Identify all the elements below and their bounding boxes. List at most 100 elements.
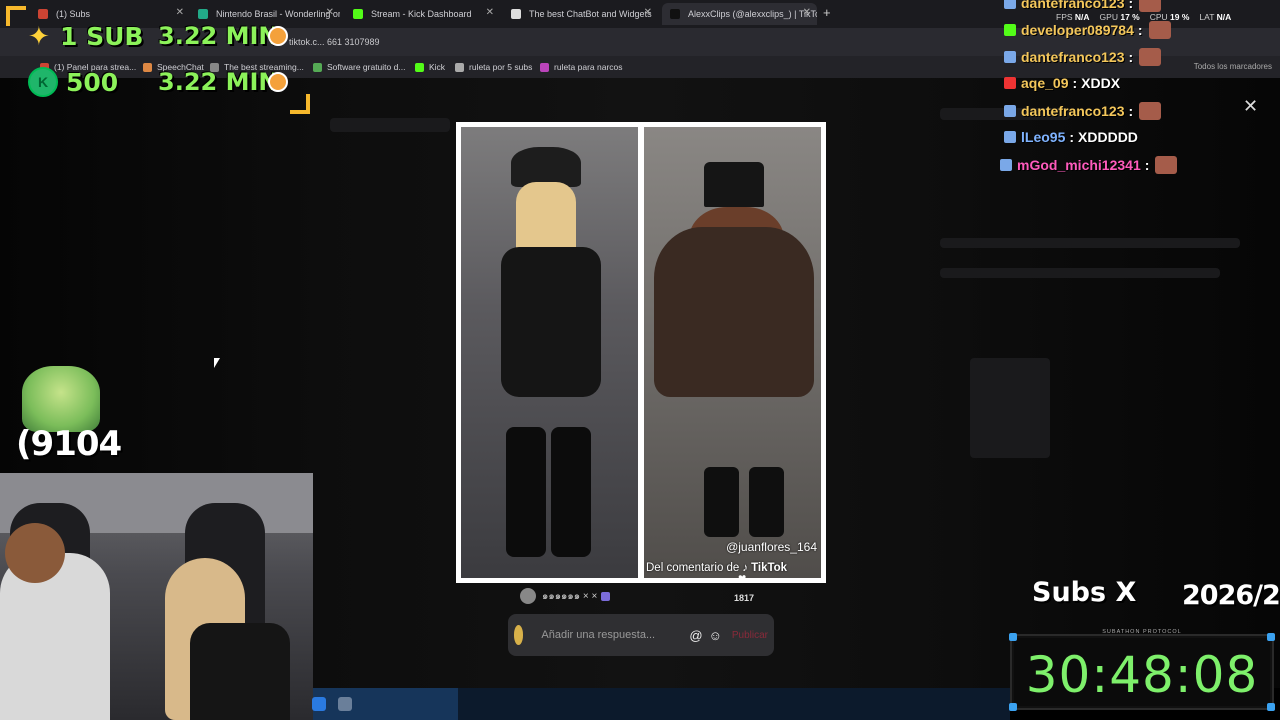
- app-icon[interactable]: [338, 697, 352, 711]
- sub-label: 1 SUB: [60, 21, 144, 51]
- chat-message: dantefranco123:: [1004, 0, 1162, 12]
- chat-badge-icon: [1004, 131, 1016, 143]
- tab-label: Stream - Kick Dashboard: [371, 9, 472, 19]
- bookmark-4[interactable]: Software gratuito d...: [313, 62, 405, 72]
- chat-username: dantefranco123: [1021, 103, 1125, 119]
- boot-left-shape: [506, 427, 546, 557]
- performance-stats: FPS N/A GPU 17 % CPU 19 % LAT N/A: [1056, 12, 1231, 22]
- chat-emote-icon: [1139, 48, 1162, 66]
- kicks-label: 500: [66, 67, 119, 97]
- chat-emote-icon: [1139, 102, 1162, 120]
- tiktok-post-image[interactable]: @juanflores_164 Del comentario de ♪ TikTok: [456, 122, 826, 583]
- cap-shape: [511, 147, 581, 187]
- cloak-shape: [654, 227, 814, 397]
- chat-separator: :: [1128, 0, 1134, 11]
- bookmark-label: ruleta para narcos: [554, 62, 623, 72]
- emoji-icon[interactable]: ☺: [709, 628, 722, 643]
- tiktok-brand-text: TikTok: [751, 562, 788, 574]
- stat-gpu: GPU 17 %: [1099, 12, 1140, 22]
- tab-5-active[interactable]: AlexxClips (@alexxclips_) | TikTo ✕: [662, 3, 817, 25]
- star-icon: ✦: [28, 21, 50, 51]
- boot-shape: [749, 467, 784, 537]
- bookmark-7[interactable]: ruleta para narcos: [540, 62, 623, 72]
- corner-decoration: [1267, 633, 1275, 641]
- bookmark-icon: [540, 62, 549, 72]
- chat-text: XDDDDD: [1078, 129, 1138, 145]
- chat-separator: :: [1128, 49, 1134, 65]
- webcam-feed: [0, 473, 313, 720]
- ghost-heading: [330, 118, 450, 132]
- person-left-shape: [0, 553, 110, 720]
- ghost-text: [940, 238, 1240, 248]
- chat-username: dantefranco123: [1021, 0, 1125, 11]
- tab-favicon: [511, 9, 521, 19]
- boot-shape: [704, 467, 739, 537]
- chat-username: mGod_michi12341: [1017, 157, 1141, 173]
- taskbar-active-window[interactable]: [313, 688, 458, 720]
- chat-badge-icon: [1004, 51, 1016, 63]
- chat-badge-icon: [1004, 24, 1016, 36]
- tiktok-icon: [670, 9, 680, 19]
- chat-badge-icon: [1004, 77, 1016, 89]
- tab-3[interactable]: Stream - Kick Dashboard ✕: [345, 3, 500, 25]
- heart-icon[interactable]: ♥: [738, 570, 746, 586]
- chat-emote-icon: [1148, 21, 1171, 39]
- chat-badge-icon: [1004, 105, 1016, 117]
- mention-icon[interactable]: @: [689, 628, 702, 643]
- photo-right: @juanflores_164 Del comentario de ♪ TikTok: [644, 127, 821, 578]
- avatar[interactable]: [520, 588, 536, 604]
- ghost-thumbnail: [970, 358, 1050, 458]
- subathon-timer: SUBATHON PROTOCOL 30:48:08: [1009, 629, 1275, 711]
- watermark-comment-text: Del comentario de: [646, 562, 740, 574]
- chat-username: developer089784: [1021, 22, 1134, 38]
- badge-icon: [601, 591, 611, 601]
- edge-icon[interactable]: [312, 697, 326, 711]
- timer-value: 30:48:08: [1025, 646, 1259, 704]
- close-icon[interactable]: ✕: [326, 7, 334, 18]
- bookmark-6[interactable]: ruleta por 5 subs: [455, 62, 532, 72]
- chat-message: dantefranco123:: [1004, 102, 1162, 120]
- close-icon[interactable]: ✕: [486, 7, 494, 18]
- kick-icon: [415, 62, 424, 72]
- close-icon[interactable]: ✕: [803, 7, 811, 18]
- tab-favicon: [353, 9, 363, 19]
- subathon-rate-widget: ✦ 1 SUB 3.22 MIN K 500 3.22 MIN: [6, 6, 310, 114]
- reply-box: @ ☺ Publicar: [508, 614, 774, 656]
- reply-input[interactable]: [541, 629, 684, 641]
- chat-overlay: dantefranco123: developer089784: dantefran…: [1000, 0, 1280, 180]
- bookmark-label: ruleta por 5 subs: [469, 62, 533, 72]
- author-name[interactable]: ๑๑๑๑๑๑ × ×: [542, 589, 597, 604]
- tab-4[interactable]: The best ChatBot and Widgets ✕: [503, 3, 658, 25]
- outfit-shape: [501, 247, 601, 397]
- chat-message: dantefranco123:: [1004, 48, 1162, 66]
- chat-separator: :: [1072, 75, 1078, 91]
- chat-separator: :: [1144, 157, 1150, 173]
- corner-decoration: [1267, 703, 1275, 711]
- chat-emote-icon: [1139, 0, 1162, 12]
- chat-badge-icon: [1004, 0, 1016, 9]
- watermark-username: @juanflores_164: [726, 540, 817, 554]
- timer-label: SUBATHON PROTOCOL: [1102, 629, 1182, 635]
- chat-message: aqe_09: XDDX: [1004, 75, 1120, 91]
- post-button[interactable]: Publicar: [732, 630, 768, 641]
- new-tab-button[interactable]: +: [823, 5, 831, 20]
- post-author[interactable]: ๑๑๑๑๑๑ × ×: [520, 588, 611, 604]
- chat-username: lLeo95: [1021, 129, 1066, 145]
- sub-rate-row: ✦ 1 SUB 3.22 MIN: [18, 14, 304, 58]
- bookmark-icon: [455, 62, 464, 72]
- chat-message: mGod_michi12341:: [1000, 156, 1178, 174]
- like-count: 1817: [734, 593, 755, 603]
- bookmark-icon: [313, 62, 322, 72]
- corner-decoration: [1009, 703, 1017, 711]
- close-icon[interactable]: ✕: [644, 7, 652, 18]
- chat-username: dantefranco123: [1021, 49, 1125, 65]
- chat-badge-icon: [1000, 159, 1012, 171]
- frog-counter: (9104: [16, 424, 122, 464]
- chat-text: XDDX: [1081, 75, 1121, 91]
- bookmark-5[interactable]: Kick: [415, 62, 445, 72]
- bookmark-label: Kick: [429, 62, 446, 72]
- chat-emote-icon: [1155, 156, 1178, 174]
- sub-time: 3.22 MIN: [158, 22, 279, 50]
- corner-decoration: [1009, 633, 1017, 641]
- boot-right-shape: [551, 427, 591, 557]
